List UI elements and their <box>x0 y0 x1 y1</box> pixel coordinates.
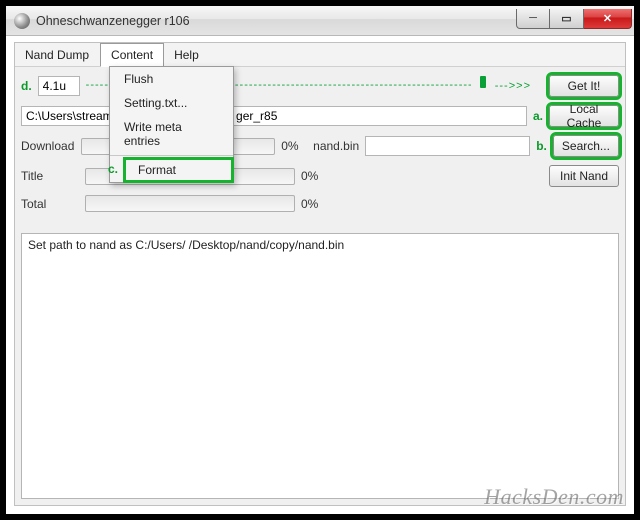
download-pct: 0% <box>281 139 307 153</box>
window-frame: Ohneschwanzenegger r106 ─ ▭ ✕ Nand Dump … <box>4 4 636 516</box>
menu-item-format[interactable]: Format <box>124 158 233 182</box>
nand-path-input[interactable] <box>365 136 530 156</box>
get-it-button[interactable]: Get It! <box>549 75 619 97</box>
annotation-c: c. <box>108 162 118 176</box>
content-dropdown: Flush Setting.txt... Write meta entries … <box>109 66 234 183</box>
menu-content[interactable]: Content <box>100 43 164 67</box>
minimize-icon: ─ <box>529 12 537 24</box>
download-label: Download <box>21 139 75 153</box>
app-icon <box>14 13 30 29</box>
total-pct: 0% <box>301 197 329 211</box>
cache-path-input[interactable] <box>21 106 527 126</box>
menu-separator <box>110 155 233 156</box>
search-button[interactable]: Search... <box>553 135 619 157</box>
close-icon: ✕ <box>603 12 612 25</box>
local-cache-button[interactable]: Local Cache <box>549 105 619 127</box>
log-output: Set path to nand as C:/Users/ /Desktop/n… <box>21 233 619 499</box>
total-progress <box>85 195 295 212</box>
maximize-button[interactable]: ▭ <box>550 9 584 29</box>
annotation-a: a. <box>533 109 543 123</box>
init-nand-button[interactable]: Init Nand <box>549 165 619 187</box>
maximize-icon: ▭ <box>561 12 571 25</box>
menu-help[interactable]: Help <box>164 43 210 66</box>
annotation-d: d. <box>21 79 32 93</box>
minimize-button[interactable]: ─ <box>516 9 550 29</box>
client-area: Nand Dump Content Help d. --------------… <box>14 42 626 506</box>
menu-item-write-meta[interactable]: Write meta entries <box>110 115 233 153</box>
annotation-b: b. <box>536 139 547 153</box>
menu-item-setting[interactable]: Setting.txt... <box>110 91 233 115</box>
titlebar[interactable]: Ohneschwanzenegger r106 ─ ▭ ✕ <box>6 6 634 36</box>
menu-nand-dump[interactable]: Nand Dump <box>15 43 100 66</box>
window-title: Ohneschwanzenegger r106 <box>36 14 190 28</box>
log-line: Set path to nand as C:/Users/ /Desktop/n… <box>28 238 612 252</box>
close-button[interactable]: ✕ <box>584 9 632 29</box>
arrow-decor: --->>> <box>495 80 531 92</box>
title-pct: 0% <box>301 169 329 183</box>
watermark: HacksDen.com <box>484 484 624 510</box>
version-input[interactable] <box>38 76 80 96</box>
window-buttons: ─ ▭ ✕ <box>516 9 632 29</box>
menu-item-flush[interactable]: Flush <box>110 67 233 91</box>
total-label: Total <box>21 197 79 211</box>
slider-handle-icon[interactable] <box>477 78 489 94</box>
menubar: Nand Dump Content Help <box>15 43 625 67</box>
nand-label: nand.bin <box>313 139 359 153</box>
title-label: Title <box>21 169 79 183</box>
